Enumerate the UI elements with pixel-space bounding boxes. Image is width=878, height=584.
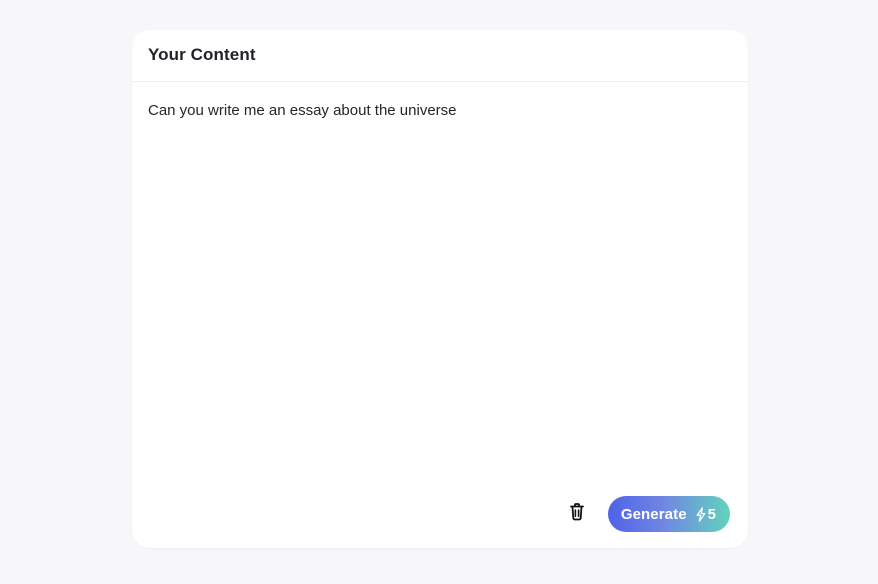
- card-header: Your Content: [132, 30, 748, 82]
- generate-button[interactable]: Generate 5: [607, 496, 730, 532]
- card-actions: Generate 5: [562, 496, 730, 532]
- credit-cost: 5: [696, 506, 716, 523]
- generate-label: Generate: [620, 505, 687, 523]
- lightning-icon: [696, 506, 706, 522]
- credit-cost-value: 5: [707, 505, 716, 523]
- trash-icon: [568, 502, 586, 527]
- delete-button[interactable]: [562, 499, 592, 529]
- content-textarea[interactable]: Can you write me an essay about the univ…: [132, 83, 748, 483]
- content-card: Your Content Can you write me an essay a…: [132, 30, 748, 548]
- card-title: Your Content: [148, 45, 256, 64]
